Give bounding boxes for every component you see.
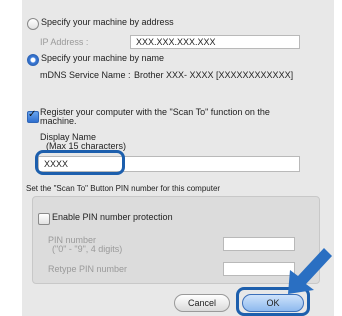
pin-group-box: Enable PIN number protection PIN number … [32, 196, 320, 284]
name-radio-label: Specify your machine by name [41, 53, 165, 63]
name-radio[interactable] [27, 54, 39, 66]
display-name-highlight [35, 150, 125, 175]
pin-number-hint: ("0" - "9", 4 digits) [52, 244, 123, 254]
scan-to-settings-dialog: Specify your machine by address IP Addre… [22, 0, 334, 316]
cancel-button[interactable]: Cancel [174, 294, 230, 312]
register-checkbox[interactable]: ✓ [27, 109, 39, 123]
mdns-service-value: Brother XXX- XXXX [XXXXXXXXXXXX] [134, 70, 294, 80]
mdns-service-label: mDNS Service Name : [40, 70, 131, 80]
register-label-continued: machine. [40, 116, 77, 126]
enable-pin-checkbox[interactable] [38, 213, 50, 225]
pointer-arrow-icon [288, 248, 332, 294]
ip-address-field[interactable]: XXX.XXX.XXX.XXX [130, 35, 300, 49]
address-radio-label: Specify your machine by address [41, 17, 174, 27]
address-radio[interactable] [27, 18, 39, 30]
enable-pin-label: Enable PIN number protection [52, 212, 173, 222]
checkmark-icon: ✓ [28, 109, 37, 120]
retype-pin-label: Retype PIN number [48, 264, 128, 274]
ip-address-label: IP Address : [40, 37, 89, 47]
pin-section-caption: Set the "Scan To" Button PIN number for … [26, 184, 221, 193]
